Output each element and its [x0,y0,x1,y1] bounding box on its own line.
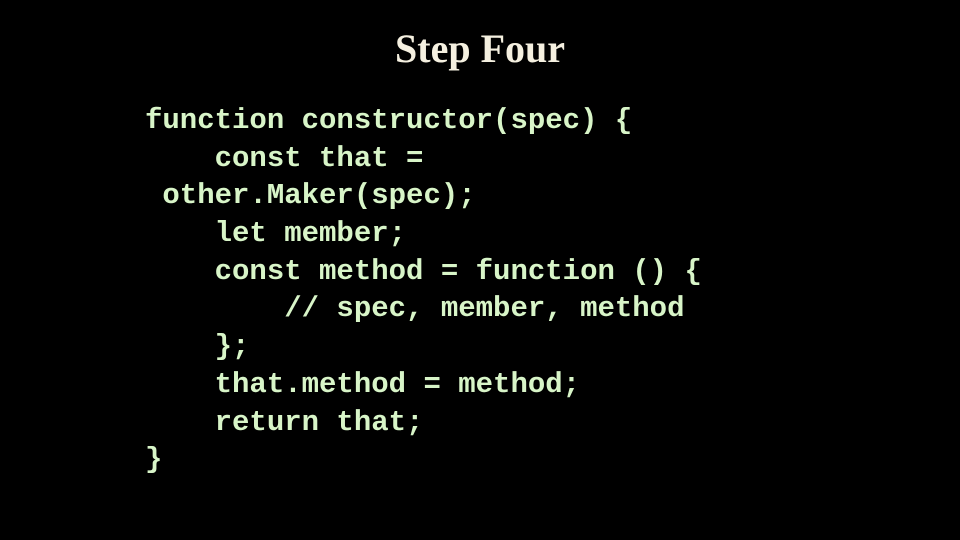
code-line-6: // spec, member, method [145,292,685,325]
code-line-9: return that; [145,406,423,439]
code-line-4: let member; [145,217,406,250]
slide-title: Step Four [0,25,960,72]
code-line-8: that.method = method; [145,368,580,401]
slide-container: Step Four function constructor(spec) { c… [0,0,960,540]
code-block: function constructor(spec) { const that … [0,102,960,479]
code-line-1: function constructor(spec) { [145,104,632,137]
code-line-3: other.Maker(spec); [145,179,476,212]
code-line-5: const method = function () { [145,255,702,288]
code-line-2: const that = [145,142,423,175]
code-line-10: } [145,443,162,476]
code-line-7: }; [145,330,249,363]
